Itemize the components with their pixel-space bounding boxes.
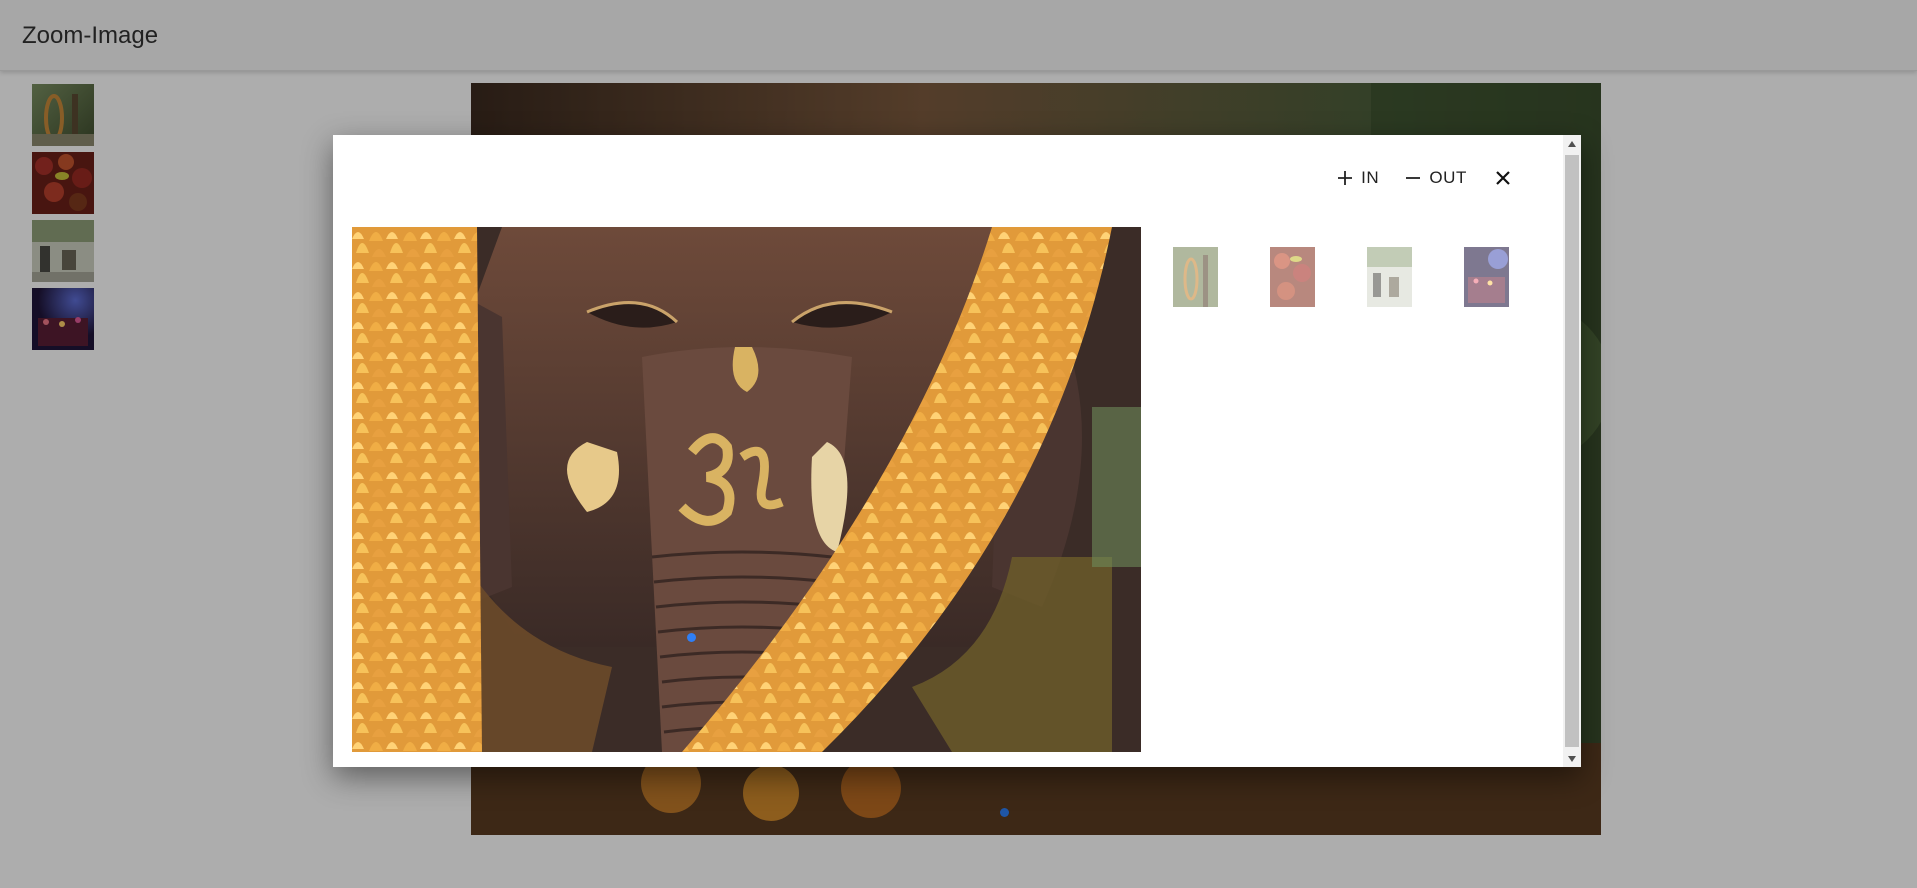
zoom-in-button[interactable]: IN bbox=[1329, 165, 1387, 191]
red-flowers-thumbnail[interactable] bbox=[1270, 247, 1315, 307]
zoom-toolbar: IN OUT bbox=[1319, 165, 1515, 191]
street-scene-thumbnail[interactable] bbox=[1367, 247, 1412, 307]
scroll-up-arrow-icon[interactable] bbox=[1563, 135, 1581, 152]
scroll-down-arrow-icon[interactable] bbox=[1563, 750, 1581, 767]
zoom-position-marker bbox=[687, 633, 696, 642]
zoom-in-label: IN bbox=[1361, 168, 1380, 187]
minus-icon bbox=[1406, 177, 1421, 179]
night-lights-thumbnail[interactable] bbox=[1464, 247, 1509, 307]
close-button[interactable] bbox=[1491, 165, 1515, 191]
zoomed-image[interactable] bbox=[352, 227, 1141, 752]
zoom-dialog: IN OUT bbox=[333, 135, 1581, 767]
dialog-scrollbar[interactable] bbox=[1563, 135, 1581, 767]
scrollbar-thumb[interactable] bbox=[1565, 155, 1579, 747]
zoom-out-button[interactable]: OUT bbox=[1397, 165, 1475, 191]
temple-tree-thumbnail[interactable] bbox=[1173, 247, 1218, 307]
zoom-out-label: OUT bbox=[1429, 168, 1467, 187]
plus-icon bbox=[1338, 171, 1353, 185]
close-icon bbox=[1496, 171, 1510, 185]
